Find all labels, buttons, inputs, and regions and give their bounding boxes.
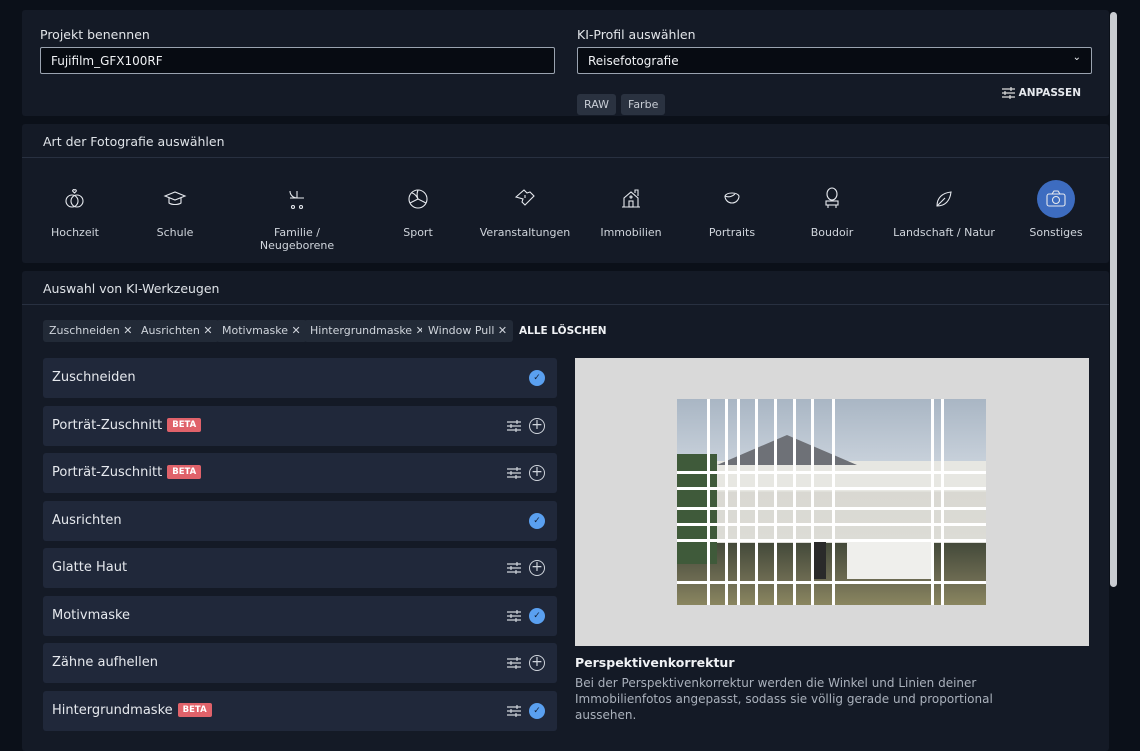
remove-tag-icon[interactable]: ✕: [123, 324, 132, 337]
tool-label: Glatte Haut: [52, 560, 128, 575]
tool-label: Zähne aufhellen: [52, 655, 158, 670]
tool-settings-icon[interactable]: [507, 609, 521, 623]
photo-type-label: Hochzeit: [51, 226, 99, 239]
tool-label: Porträt-Zuschnitt: [52, 417, 163, 433]
photo-type-label: Landschaft / Natur: [893, 226, 995, 239]
tool-settings-icon[interactable]: [507, 466, 521, 480]
tag-label: Ausrichten: [141, 324, 200, 337]
tag-label: Hintergrundmaske: [310, 324, 413, 337]
selected-tool-tag: Hintergrundmaske ✕: [304, 320, 431, 342]
tool-label: Ausrichten: [52, 512, 122, 528]
photo-type-label: Immobilien: [600, 226, 662, 239]
tool-row[interactable]: Porträt-Zuschnitt BETA +: [43, 453, 557, 493]
add-icon[interactable]: +: [529, 655, 545, 671]
ai-tools-title: Auswahl von KI-Werkzeugen: [22, 271, 1109, 305]
photo-type-label: Veranstaltungen: [479, 226, 571, 239]
graduation-cap-icon: [156, 180, 194, 218]
beta-badge: BETA: [167, 465, 202, 479]
check-icon[interactable]: ✓: [529, 702, 545, 719]
ai-profile-select[interactable]: Reisefotografie ⌄: [577, 47, 1092, 74]
photo-type-label: Sonstiges: [1029, 226, 1083, 239]
preview-description: Bei der Perspektivenkorrektur werden die…: [575, 676, 993, 722]
preview-image: [575, 358, 1089, 646]
volleyball-icon: [399, 180, 437, 218]
remove-tag-icon[interactable]: ✕: [292, 324, 301, 337]
photo-type-2[interactable]: Familie / Neugeborene: [242, 180, 352, 252]
tool-label: Motivmaske: [52, 607, 131, 623]
house-icon: [612, 180, 650, 218]
profile-chip-raw: RAW: [577, 94, 616, 115]
stroller-icon: [278, 180, 316, 218]
project-name-input[interactable]: Fujifilm_GFX100RF: [40, 47, 555, 74]
face-icon: [713, 180, 751, 218]
leaf-icon: [925, 180, 963, 218]
project-panel: Projekt benennen Fujifilm_GFX100RF KI-Pr…: [22, 10, 1109, 116]
photo-type-1[interactable]: Schule: [120, 180, 230, 239]
photo-type-4[interactable]: Veranstaltungen: [470, 180, 580, 239]
tool-row[interactable]: Motivmaske ✓: [43, 595, 557, 636]
beta-badge: BETA: [167, 417, 202, 432]
tool-row[interactable]: Zähne aufhellen +: [43, 643, 557, 683]
ai-profile-value: Reisefotografie: [588, 54, 679, 68]
photo-type-label: Familie / Neugeborene: [259, 226, 335, 252]
clear-all-button[interactable]: ALLE LÖSCHEN: [519, 325, 607, 337]
tag-label: Motivmaske: [222, 324, 289, 337]
tool-settings-icon[interactable]: [507, 656, 521, 670]
rings-icon: [56, 180, 94, 218]
photo-type-8[interactable]: Landschaft / Natur: [889, 180, 999, 239]
tool-row[interactable]: Ausrichten ✓: [43, 500, 557, 541]
tool-settings-icon[interactable]: [507, 419, 521, 433]
photo-type-0[interactable]: Hochzeit: [20, 180, 130, 239]
tool-row[interactable]: Glatte Haut +: [43, 548, 557, 588]
selected-tool-tag: Window Pull ✕: [422, 320, 514, 342]
tool-row[interactable]: Zuschneiden ✓: [43, 358, 557, 398]
photo-type-7[interactable]: Boudoir: [777, 180, 887, 239]
tag-label: Zuschneiden: [49, 324, 120, 337]
photo-type-9[interactable]: Sonstiges: [1001, 180, 1111, 239]
beta-badge: BETA: [177, 702, 212, 717]
tool-label: Zuschneiden: [52, 370, 136, 385]
sliders-icon: [1001, 87, 1015, 99]
tool-settings-icon[interactable]: [507, 561, 521, 575]
mirror-icon: [813, 180, 851, 218]
tag-label: Window Pull: [428, 324, 495, 337]
photo-type-panel: Art der Fotografie auswählen Hochzeit Sch…: [22, 124, 1109, 263]
check-icon[interactable]: ✓: [529, 607, 545, 624]
profile-chip-color: Farbe: [621, 94, 666, 115]
remove-tag-icon[interactable]: ✕: [498, 324, 507, 337]
tool-row[interactable]: Porträt-Zuschnitt BETA +: [43, 405, 557, 446]
adjust-label: ANPASSEN: [1018, 87, 1081, 99]
photo-type-3[interactable]: Sport: [363, 180, 473, 239]
photo-type-label: Sport: [403, 226, 433, 239]
tool-row[interactable]: Hintergrundmaske BETA ✓: [43, 690, 557, 731]
house-photo: [677, 399, 986, 605]
chevron-down-icon: ⌄: [1072, 52, 1081, 63]
photo-type-label: Schule: [156, 226, 194, 239]
photo-type-6[interactable]: Portraits: [677, 180, 787, 239]
remove-tag-icon[interactable]: ✕: [203, 324, 212, 337]
project-name-label: Projekt benennen: [40, 27, 150, 42]
adjust-button[interactable]: ANPASSEN: [1001, 87, 1081, 99]
tool-label: Porträt-Zuschnitt: [52, 465, 163, 480]
add-icon[interactable]: +: [529, 560, 545, 576]
tool-settings-icon[interactable]: [507, 704, 521, 718]
tool-label: Hintergrundmaske: [52, 702, 173, 718]
add-icon[interactable]: +: [529, 417, 545, 434]
scrollbar[interactable]: [1110, 12, 1117, 587]
ai-profile-label: KI-Profil auswählen: [577, 27, 696, 42]
selected-tool-tag: Ausrichten ✕: [135, 320, 219, 342]
photo-type-label: Portraits: [708, 226, 756, 239]
selected-tool-tag: Motivmaske ✕: [216, 320, 307, 342]
selected-tool-tag: Zuschneiden ✕: [43, 320, 139, 342]
add-icon[interactable]: +: [529, 465, 545, 481]
camera-icon: [1037, 180, 1075, 218]
preview-title: Perspektivenkorrektur: [575, 655, 735, 670]
photo-type-5[interactable]: Immobilien: [576, 180, 686, 239]
ticket-icon: [506, 180, 544, 218]
photo-type-title: Art der Fotografie auswählen: [22, 124, 1109, 158]
photo-type-label: Boudoir: [810, 226, 854, 239]
check-icon[interactable]: ✓: [529, 370, 545, 386]
check-icon[interactable]: ✓: [529, 512, 545, 529]
